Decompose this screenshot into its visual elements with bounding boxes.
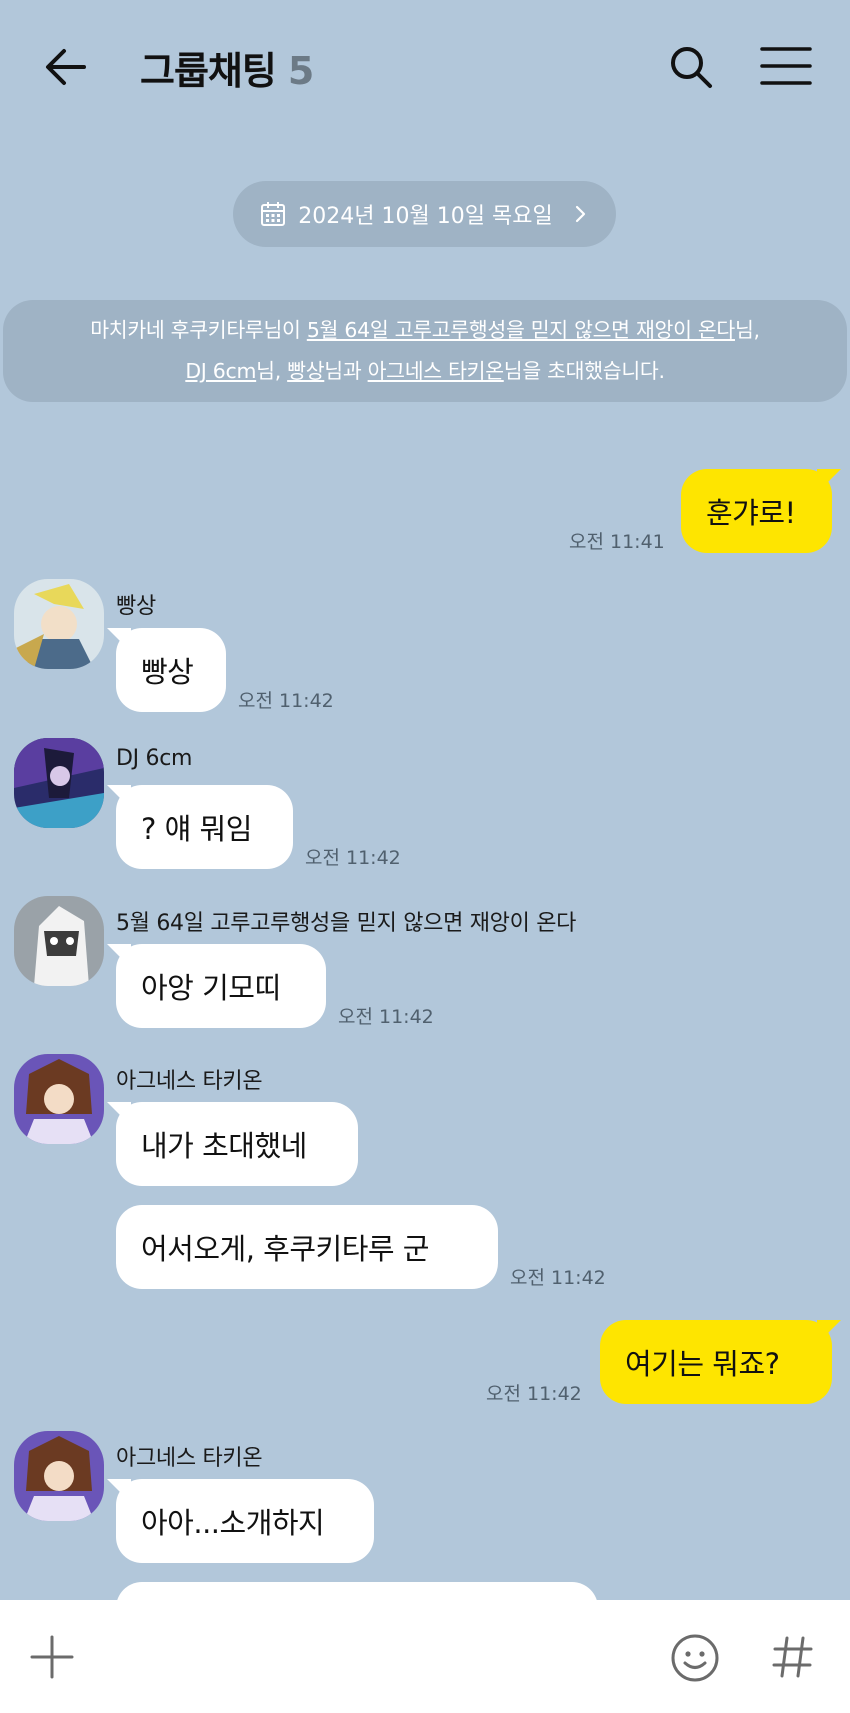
avatar-image: [14, 738, 104, 828]
menu-button[interactable]: [760, 44, 812, 88]
avatar[interactable]: [14, 1054, 104, 1144]
back-button[interactable]: [42, 42, 92, 92]
avatar[interactable]: [14, 1431, 104, 1521]
message-bubble[interactable]: 아아...소개하지: [116, 1479, 374, 1563]
avatar-image: [14, 1054, 104, 1144]
sender-name: DJ 6cm: [116, 746, 193, 771]
member-link[interactable]: 5월 64일 고루고루행성을 믿지 않으면 재앙이 온다: [307, 318, 735, 342]
notice-line-2: DJ 6cm님, 빵상님과 아그네스 타키온님을 초대했습니다.: [3, 351, 847, 392]
sender-name: 빵상: [116, 594, 156, 619]
member-link[interactable]: 빵상: [287, 359, 324, 383]
member-link[interactable]: 아그네스 타키온: [368, 359, 504, 383]
notice-line-1: 마치카네 후쿠키타루님이 5월 64일 고루고루행성을 믿지 않으면 재앙이 온…: [3, 310, 847, 351]
search-icon: [671, 47, 712, 88]
message-time: 오전 11:42: [510, 1267, 606, 1289]
my-message-bubble[interactable]: 여기는 뭐죠?: [600, 1320, 832, 1404]
chevron-right-icon: [575, 205, 585, 223]
message-bubble[interactable]: 내가 초대했네: [116, 1102, 358, 1186]
hashtag-icon: [772, 1636, 813, 1678]
message-time: 오전 11:42: [305, 847, 401, 869]
sender-name: 아그네스 타키온: [116, 1446, 263, 1471]
avatar[interactable]: [14, 896, 104, 986]
member-link[interactable]: DJ 6cm: [185, 359, 256, 383]
notice-text: 님,: [734, 318, 760, 342]
avatar-image: [14, 896, 104, 986]
avatar[interactable]: [14, 738, 104, 828]
chat-header: 그룹채팅 5: [0, 0, 850, 140]
message-bubble[interactable]: 어서오게, 후쿠키타루 군: [116, 1205, 498, 1289]
my-message-bubble[interactable]: 훈갸로!: [681, 469, 832, 553]
avatar-image: [14, 1431, 104, 1521]
chat-title-text: 그룹채팅: [140, 49, 277, 93]
input-bar[interactable]: [0, 1600, 850, 1713]
sender-name: 아그네스 타키온: [116, 1069, 263, 1094]
member-count: 5: [287, 49, 314, 93]
arrow-left-icon: [46, 49, 86, 85]
date-divider[interactable]: 2024년 10월 10일 목요일: [233, 181, 616, 247]
hamburger-menu-icon: [760, 47, 812, 85]
chat-title: 그룹채팅 5: [140, 40, 314, 95]
hashtag-button[interactable]: [772, 1635, 814, 1679]
calendar-icon: [261, 202, 286, 226]
message-time: 오전 11:41: [569, 531, 665, 553]
attach-button[interactable]: [30, 1635, 74, 1679]
search-button[interactable]: [666, 42, 716, 92]
message-bubble[interactable]: ? 얘 뭐임: [116, 785, 293, 869]
avatar[interactable]: [14, 579, 104, 669]
sender-name: 5월 64일 고루고루행성을 믿지 않으면 재앙이 온다: [116, 911, 577, 936]
message-bubble[interactable]: 아앙 기모띠: [116, 944, 326, 1028]
notice-text: 님,: [256, 359, 288, 383]
date-label: 2024년 10월 10일 목요일: [298, 204, 553, 229]
message-time: 오전 11:42: [486, 1383, 582, 1405]
notice-text: 님을 초대했습니다.: [503, 359, 665, 383]
avatar-image: [14, 579, 104, 669]
message-bubble[interactable]: 빵상: [116, 628, 226, 712]
message-time: 오전 11:42: [238, 690, 334, 712]
notice-text: 마치카네 후쿠키타루님이: [90, 318, 307, 342]
emoji-button[interactable]: [670, 1633, 720, 1683]
system-notice: 마치카네 후쿠키타루님이 5월 64일 고루고루행성을 믿지 않으면 재앙이 온…: [3, 300, 847, 402]
plus-icon: [30, 1635, 74, 1679]
message-time: 오전 11:42: [338, 1006, 434, 1028]
notice-text: 님과: [324, 359, 368, 383]
emoji-icon: [671, 1634, 719, 1682]
